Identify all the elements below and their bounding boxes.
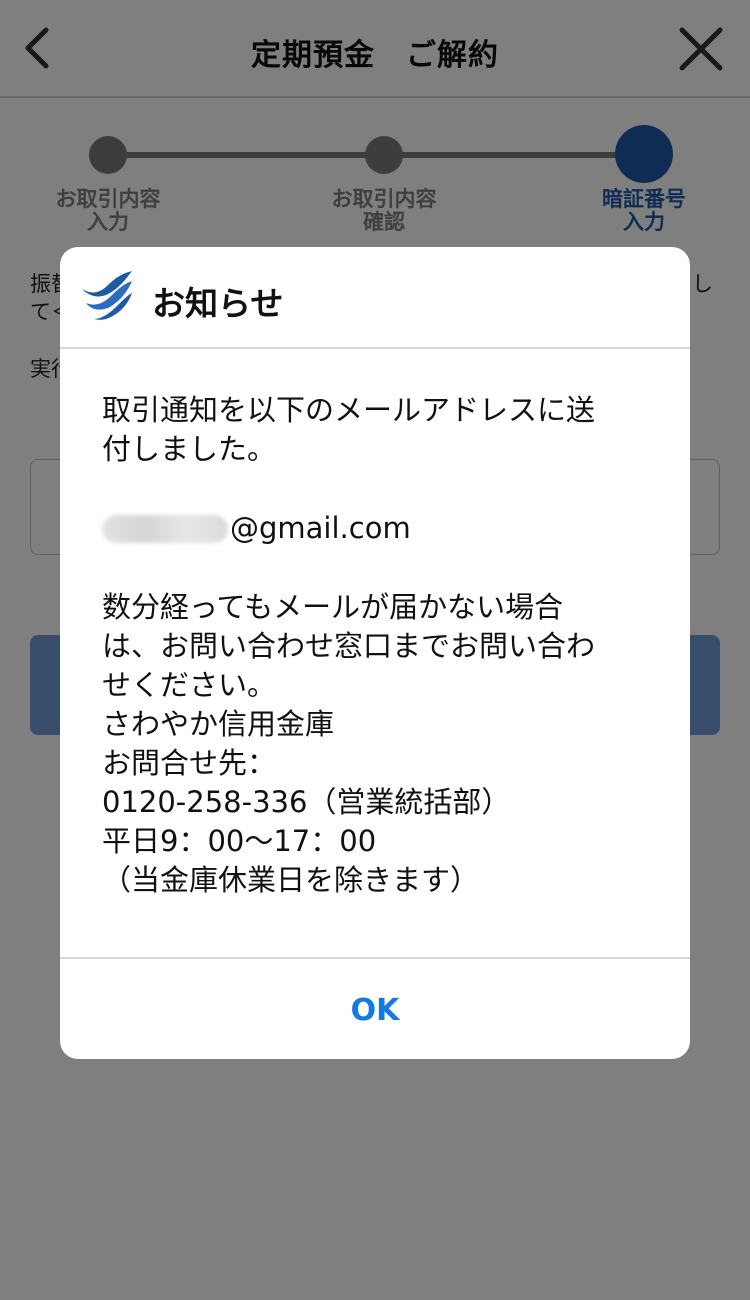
holiday-note: （当金庫休業日を除きます） <box>102 863 480 897</box>
dialog-message: 取引通知を以下のメールアドレスに送 付しました。 @gmail.com 数分経っ… <box>102 391 662 900</box>
bank-logo-icon <box>82 271 132 320</box>
email-domain: @gmail.com <box>230 511 411 545</box>
notice-line: 数分経ってもメールが届かない場合 <box>102 590 564 624</box>
message-line: 付しました。 <box>102 432 277 466</box>
dialog-header: お知らせ <box>60 247 690 349</box>
notice-line: せください。 <box>102 668 277 702</box>
message-line: 取引通知を以下のメールアドレスに送 <box>102 393 596 427</box>
notice-dialog: お知らせ 取引通知を以下のメールアドレスに送 付しました。 @gmail.com… <box>60 247 690 1059</box>
contact-phone: 0120-258-336（営業統括部） <box>102 785 511 819</box>
ok-button[interactable]: OK <box>60 959 690 1059</box>
notice-line: は、お問い合わせ窓口までお問い合わ <box>102 629 596 663</box>
dialog-footer: OK <box>60 957 690 1059</box>
dialog-title: お知らせ <box>152 284 284 323</box>
contact-label: お問合せ先： <box>102 746 277 780</box>
email-address: @gmail.com <box>102 509 662 548</box>
bank-name: さわやか信用金庫 <box>102 707 335 741</box>
business-hours: 平日9：00～17：00 <box>102 824 377 858</box>
redacted-email-user <box>102 514 228 543</box>
